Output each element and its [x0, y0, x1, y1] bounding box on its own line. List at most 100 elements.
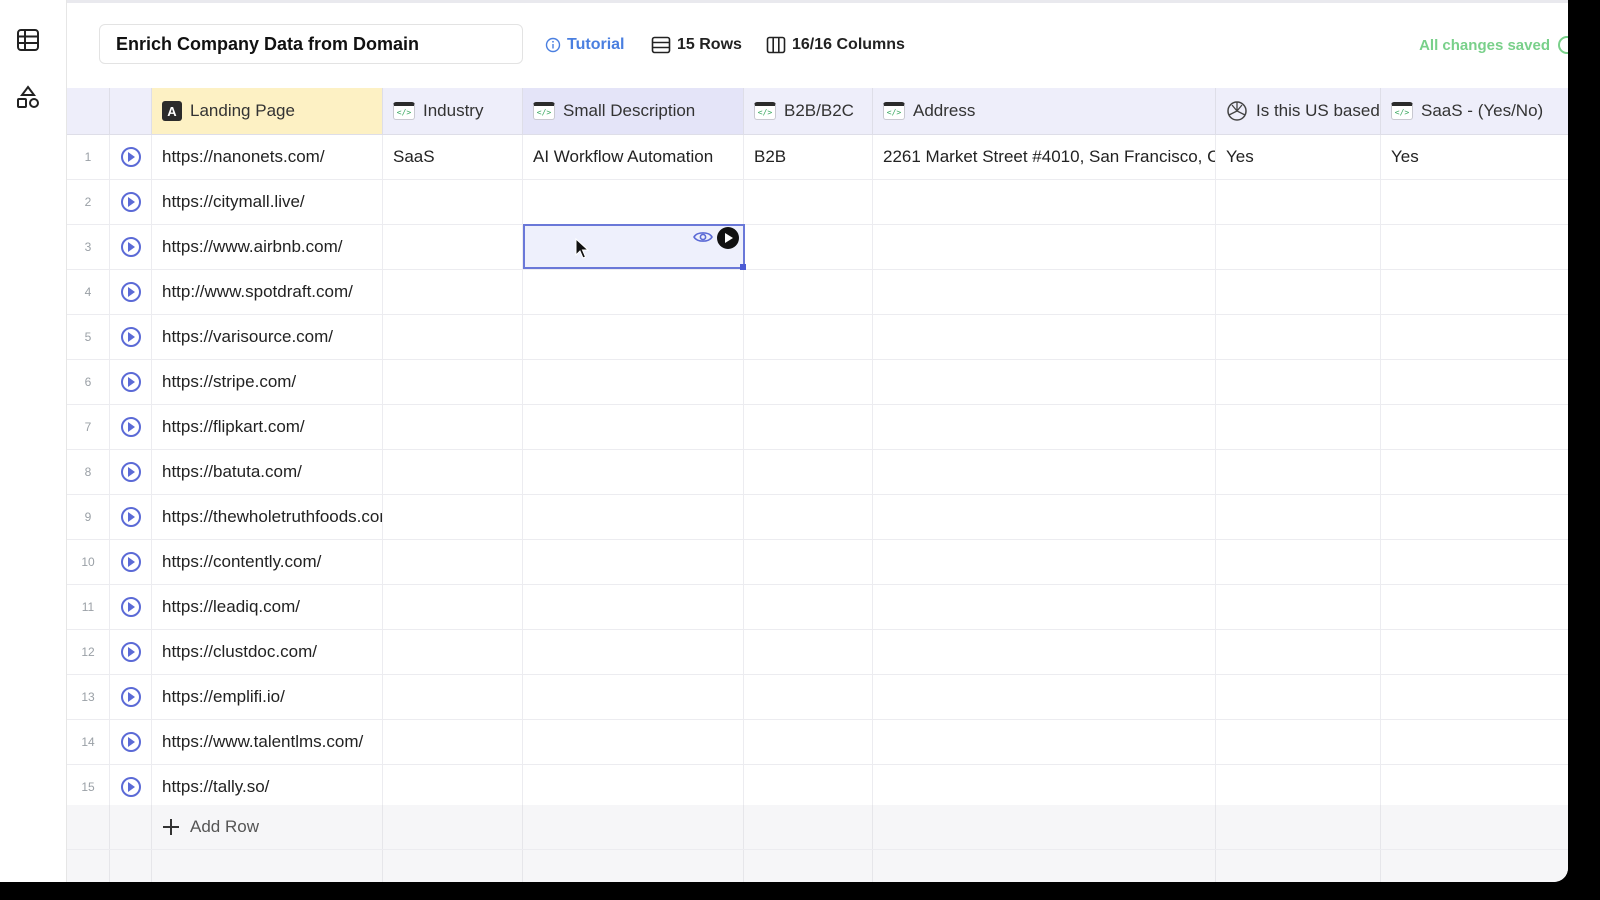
run-row-button[interactable]	[120, 642, 141, 662]
cell-small-description[interactable]	[523, 360, 744, 404]
cell-address[interactable]	[873, 270, 1216, 314]
cell-landing-page[interactable]: https://www.airbnb.com/	[152, 225, 383, 269]
cell-b2b-b2c[interactable]	[744, 540, 873, 584]
cell-saas[interactable]	[1381, 765, 1568, 809]
run-row-button[interactable]	[120, 687, 141, 707]
cell-small-description[interactable]	[523, 315, 744, 359]
cell-landing-page[interactable]: https://batuta.com/	[152, 450, 383, 494]
cell-address[interactable]	[873, 360, 1216, 404]
cell-saas[interactable]: Yes	[1381, 135, 1568, 179]
cell-address[interactable]	[873, 630, 1216, 674]
cell-saas[interactable]	[1381, 720, 1568, 764]
cell-b2b-b2c[interactable]	[744, 360, 873, 404]
cell-industry[interactable]	[383, 405, 523, 449]
cell-b2b-b2c[interactable]	[744, 675, 873, 719]
cell-saas[interactable]	[1381, 225, 1568, 269]
cell-b2b-b2c[interactable]	[744, 315, 873, 359]
cell-b2b-b2c[interactable]	[744, 720, 873, 764]
header-landing-page[interactable]: A Landing Page	[152, 88, 383, 134]
cell-b2b-b2c[interactable]	[744, 630, 873, 674]
cell-industry[interactable]	[383, 225, 523, 269]
cell-us-based[interactable]: Yes	[1216, 135, 1381, 179]
cell-industry[interactable]	[383, 630, 523, 674]
header-industry[interactable]: </> Industry	[383, 88, 523, 134]
cell-landing-page[interactable]: https://emplifi.io/	[152, 675, 383, 719]
cell-address[interactable]	[873, 675, 1216, 719]
cell-us-based[interactable]	[1216, 360, 1381, 404]
cell-small-description[interactable]	[523, 495, 744, 539]
cell-industry[interactable]: SaaS	[383, 135, 523, 179]
cell-b2b-b2c[interactable]	[744, 180, 873, 224]
add-row-button[interactable]: Add Row	[152, 805, 383, 849]
cell-us-based[interactable]	[1216, 720, 1381, 764]
cell-small-description[interactable]	[523, 675, 744, 719]
cell-small-description[interactable]	[523, 540, 744, 584]
cell-address[interactable]	[873, 720, 1216, 764]
cell-address[interactable]	[873, 450, 1216, 494]
table-title-input[interactable]: Enrich Company Data from Domain	[99, 24, 523, 64]
cell-industry[interactable]	[383, 585, 523, 629]
cell-saas[interactable]	[1381, 360, 1568, 404]
cell-us-based[interactable]	[1216, 765, 1381, 809]
cell-landing-page[interactable]: https://tally.so/	[152, 765, 383, 809]
cell-saas[interactable]	[1381, 675, 1568, 719]
selected-cell[interactable]	[523, 224, 746, 270]
run-row-button[interactable]	[120, 462, 141, 482]
run-row-button[interactable]	[120, 282, 141, 302]
cell-saas[interactable]	[1381, 270, 1568, 314]
cell-small-description[interactable]	[523, 630, 744, 674]
cell-us-based[interactable]	[1216, 450, 1381, 494]
cell-landing-page[interactable]: https://clustdoc.com/	[152, 630, 383, 674]
cell-b2b-b2c[interactable]	[744, 405, 873, 449]
cell-industry[interactable]	[383, 495, 523, 539]
run-row-button[interactable]	[120, 417, 141, 437]
cell-landing-page[interactable]: https://flipkart.com/	[152, 405, 383, 449]
cell-industry[interactable]	[383, 270, 523, 314]
cell-landing-page[interactable]: https://varisource.com/	[152, 315, 383, 359]
cell-us-based[interactable]	[1216, 495, 1381, 539]
cell-landing-page[interactable]: https://leadiq.com/	[152, 585, 383, 629]
run-row-button[interactable]	[120, 507, 141, 527]
cell-landing-page[interactable]: http://www.spotdraft.com/	[152, 270, 383, 314]
cell-landing-page[interactable]: https://stripe.com/	[152, 360, 383, 404]
run-cell-button[interactable]	[717, 227, 739, 249]
cell-industry[interactable]	[383, 720, 523, 764]
header-small-description[interactable]: </> Small Description	[523, 88, 744, 134]
cell-industry[interactable]	[383, 540, 523, 584]
cell-us-based[interactable]	[1216, 180, 1381, 224]
cell-small-description[interactable]	[523, 765, 744, 809]
cell-small-description[interactable]	[523, 270, 744, 314]
cell-small-description[interactable]: AI Workflow Automation	[523, 135, 744, 179]
shapes-icon[interactable]	[16, 85, 40, 109]
run-row-button[interactable]	[120, 327, 141, 347]
cell-saas[interactable]	[1381, 405, 1568, 449]
fill-handle[interactable]	[740, 264, 746, 270]
cell-b2b-b2c[interactable]	[744, 450, 873, 494]
cell-b2b-b2c[interactable]	[744, 225, 873, 269]
cell-us-based[interactable]	[1216, 675, 1381, 719]
cell-small-description[interactable]	[523, 585, 744, 629]
cell-address[interactable]: 2261 Market Street #4010, San Francisco,…	[873, 135, 1216, 179]
cell-us-based[interactable]	[1216, 540, 1381, 584]
cell-address[interactable]	[873, 225, 1216, 269]
cell-industry[interactable]	[383, 315, 523, 359]
cell-industry[interactable]	[383, 180, 523, 224]
cell-b2b-b2c[interactable]	[744, 765, 873, 809]
cell-small-description[interactable]	[523, 720, 744, 764]
table-view-icon[interactable]	[16, 28, 40, 52]
run-row-button[interactable]	[120, 372, 141, 392]
cell-small-description[interactable]	[523, 450, 744, 494]
header-us-based[interactable]: Is this US based	[1216, 88, 1381, 134]
cell-small-description[interactable]	[523, 405, 744, 449]
columns-count[interactable]: 16/16 Columns	[766, 34, 905, 56]
cell-saas[interactable]	[1381, 450, 1568, 494]
rows-count[interactable]: 15 Rows	[651, 34, 742, 56]
cell-us-based[interactable]	[1216, 630, 1381, 674]
cell-industry[interactable]	[383, 450, 523, 494]
header-b2b-b2c[interactable]: </> B2B/B2C	[744, 88, 873, 134]
run-row-button[interactable]	[120, 732, 141, 752]
cell-saas[interactable]	[1381, 180, 1568, 224]
cell-saas[interactable]	[1381, 495, 1568, 539]
cell-industry[interactable]	[383, 765, 523, 809]
cell-industry[interactable]	[383, 360, 523, 404]
